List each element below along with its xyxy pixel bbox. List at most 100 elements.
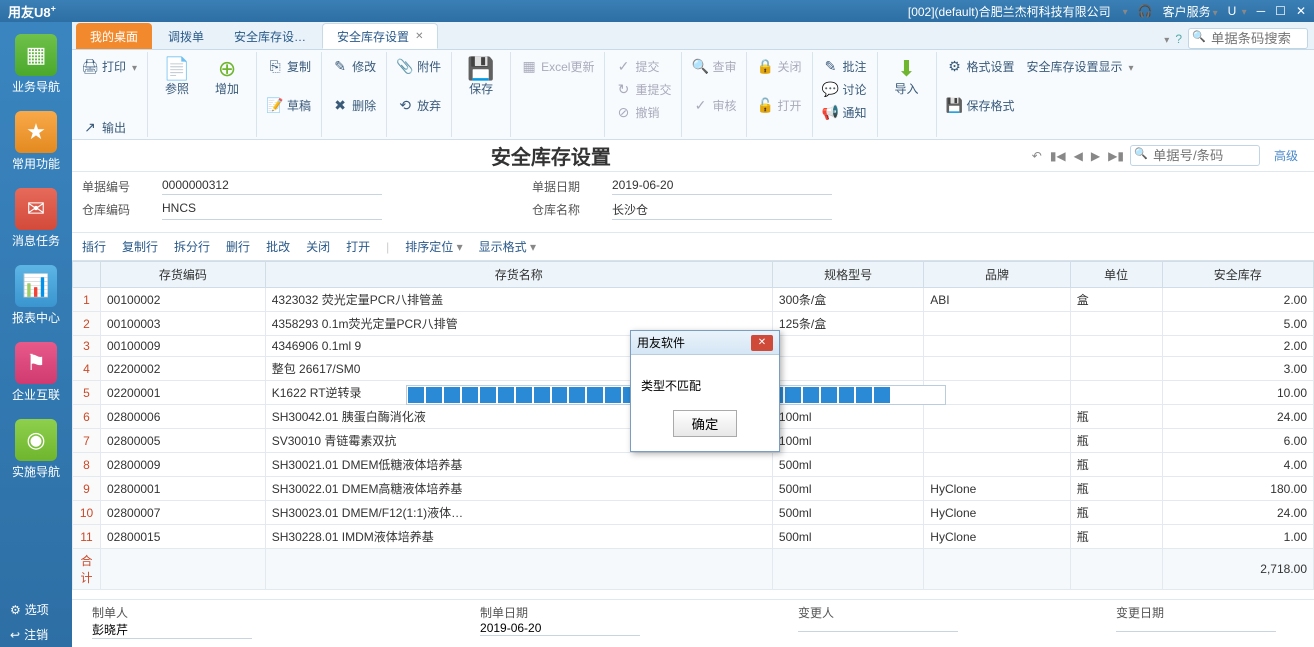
cell-unit[interactable] xyxy=(1070,357,1162,381)
excel-update-button[interactable]: ▦Excel更新 xyxy=(517,56,598,77)
sidebar-item-impl[interactable]: ◉实施导航 xyxy=(0,407,72,484)
sidebar-item-reports[interactable]: 📊报表中心 xyxy=(0,253,72,330)
cell-qty[interactable]: 4.00 xyxy=(1162,453,1313,477)
output-button[interactable]: ↗输出 xyxy=(78,117,141,138)
tt-batch[interactable]: 批改 xyxy=(266,238,290,255)
table-row[interactable]: 9 02800001 SH30022.01 DMEM高糖液体培养基 500ml … xyxy=(73,477,1314,501)
tt-close[interactable]: 关闭 xyxy=(306,238,330,255)
abandon-button[interactable]: ⟲放弃 xyxy=(393,95,445,116)
cell-code[interactable]: 02800001 xyxy=(101,477,266,501)
dialog-ok-button[interactable]: 确定 xyxy=(673,410,738,437)
tab-desktop[interactable]: 我的桌面 xyxy=(76,23,152,49)
discuss-button[interactable]: 💬讨论 xyxy=(819,79,871,100)
advanced-link[interactable]: 高级 xyxy=(1272,145,1300,166)
format-button[interactable]: ⚙格式设置 xyxy=(943,56,1019,77)
cell-code[interactable]: 00100009 xyxy=(101,336,266,357)
cell-qty[interactable]: 5.00 xyxy=(1162,312,1313,336)
reference-button[interactable]: 📄参照 xyxy=(154,56,200,97)
dialog-close-icon[interactable]: ✕ xyxy=(751,335,773,351)
first-icon[interactable]: ▮◀ xyxy=(1048,147,1068,165)
sidebar-item-biznav[interactable]: ▦业务导航 xyxy=(0,22,72,99)
prev-icon[interactable]: ◀ xyxy=(1072,147,1085,165)
doc-search-input[interactable] xyxy=(1130,145,1260,166)
cell-qty[interactable]: 3.00 xyxy=(1162,357,1313,381)
tab-overflow[interactable] xyxy=(1162,32,1169,46)
next-icon[interactable]: ▶ xyxy=(1089,147,1102,165)
cell-brand[interactable] xyxy=(924,336,1070,357)
doc-date-value[interactable]: 2019-06-20 xyxy=(612,178,832,195)
tt-open[interactable]: 打开 xyxy=(346,238,370,255)
tt-splitrow[interactable]: 拆分行 xyxy=(174,238,210,255)
tab-safety-2[interactable]: 安全库存设置✕ xyxy=(322,23,438,49)
cell-spec[interactable]: 500ml xyxy=(772,525,923,549)
cell-unit[interactable]: 瓶 xyxy=(1070,453,1162,477)
display-setting-button[interactable]: 安全库存设置显示 xyxy=(1023,56,1138,77)
cell-qty[interactable]: 24.00 xyxy=(1162,405,1313,429)
cell-unit[interactable]: 瓶 xyxy=(1070,429,1162,453)
help-icon[interactable]: ? xyxy=(1175,32,1182,46)
cell-code[interactable]: 02800015 xyxy=(101,525,266,549)
draft-button[interactable]: 📝草稿 xyxy=(263,95,315,116)
wh-code-value[interactable]: HNCS xyxy=(162,201,382,220)
cell-brand[interactable] xyxy=(924,357,1070,381)
sidebar-item-enterprise[interactable]: ⚑企业互联 xyxy=(0,330,72,407)
sidebar-logout[interactable]: ↩注销 xyxy=(0,622,72,647)
col-qty[interactable]: 安全库存 xyxy=(1162,262,1313,288)
tab-transfer[interactable]: 调拨单 xyxy=(154,23,218,49)
col-unit[interactable]: 单位 xyxy=(1070,262,1162,288)
sidebar-item-messages[interactable]: ✉消息任务 xyxy=(0,176,72,253)
cell-qty[interactable]: 180.00 xyxy=(1162,477,1313,501)
cell-code[interactable]: 00100002 xyxy=(101,288,266,312)
cell-brand[interactable] xyxy=(924,429,1070,453)
cell-code[interactable]: 02200001 xyxy=(101,381,266,405)
cell-qty[interactable]: 6.00 xyxy=(1162,429,1313,453)
cell-code[interactable]: 02800005 xyxy=(101,429,266,453)
cell-name[interactable]: SH30022.01 DMEM高糖液体培养基 xyxy=(265,477,772,501)
cell-brand[interactable]: HyClone xyxy=(924,501,1070,525)
cell-code[interactable]: 02800009 xyxy=(101,453,266,477)
table-row[interactable]: 8 02800009 SH30021.01 DMEM低糖液体培养基 500ml … xyxy=(73,453,1314,477)
save-button[interactable]: 💾保存 xyxy=(458,56,504,97)
maximize-icon[interactable]: ☐ xyxy=(1275,4,1286,18)
cell-spec[interactable]: 125条/盒 xyxy=(772,312,923,336)
col-spec[interactable]: 规格型号 xyxy=(772,262,923,288)
doc-no-value[interactable]: 0000000312 xyxy=(162,178,382,195)
cell-brand[interactable]: HyClone xyxy=(924,525,1070,549)
sidebar-item-common[interactable]: ★常用功能 xyxy=(0,99,72,176)
cell-spec[interactable] xyxy=(772,357,923,381)
cell-unit[interactable]: 瓶 xyxy=(1070,477,1162,501)
import-button[interactable]: ⬇导入 xyxy=(884,56,930,97)
barcode-search-input[interactable] xyxy=(1188,28,1308,49)
cell-spec[interactable] xyxy=(772,336,923,357)
col-name[interactable]: 存货名称 xyxy=(265,262,772,288)
cell-name[interactable]: SH30023.01 DMEM/F12(1:1)液体… xyxy=(265,501,772,525)
copy-button[interactable]: ⎘复制 xyxy=(263,56,315,77)
attach-button[interactable]: 📎附件 xyxy=(393,56,445,77)
customer-service-link[interactable]: 客户服务 xyxy=(1163,3,1218,20)
cell-qty[interactable]: 1.00 xyxy=(1162,525,1313,549)
cell-qty[interactable]: 24.00 xyxy=(1162,501,1313,525)
undo-icon[interactable]: ↶ xyxy=(1030,147,1044,165)
cell-spec[interactable]: 500ml xyxy=(772,501,923,525)
cell-brand[interactable]: ABI xyxy=(924,288,1070,312)
save-format-button[interactable]: 💾保存格式 xyxy=(943,95,1138,116)
cell-spec[interactable]: 300条/盒 xyxy=(772,288,923,312)
cell-spec[interactable]: 100ml xyxy=(772,405,923,429)
col-code[interactable]: 存货编码 xyxy=(101,262,266,288)
tt-sortloc[interactable]: 排序定位 xyxy=(405,238,462,255)
delete-button[interactable]: ✖删除 xyxy=(328,95,380,116)
cell-brand[interactable] xyxy=(924,405,1070,429)
cell-unit[interactable]: 瓶 xyxy=(1070,405,1162,429)
tt-insert[interactable]: 插行 xyxy=(82,238,106,255)
col-brand[interactable]: 品牌 xyxy=(924,262,1070,288)
cell-qty[interactable]: 2.00 xyxy=(1162,288,1313,312)
cell-code[interactable]: 02800006 xyxy=(101,405,266,429)
cell-code[interactable]: 02800007 xyxy=(101,501,266,525)
cell-name[interactable]: SH30021.01 DMEM低糖液体培养基 xyxy=(265,453,772,477)
notify-button[interactable]: 📢通知 xyxy=(819,102,871,123)
cell-unit[interactable] xyxy=(1070,336,1162,357)
cell-spec[interactable]: 100ml xyxy=(772,429,923,453)
cell-qty[interactable]: 2.00 xyxy=(1162,336,1313,357)
cell-spec[interactable]: 500ml xyxy=(772,477,923,501)
edit-button[interactable]: ✎修改 xyxy=(328,56,380,77)
